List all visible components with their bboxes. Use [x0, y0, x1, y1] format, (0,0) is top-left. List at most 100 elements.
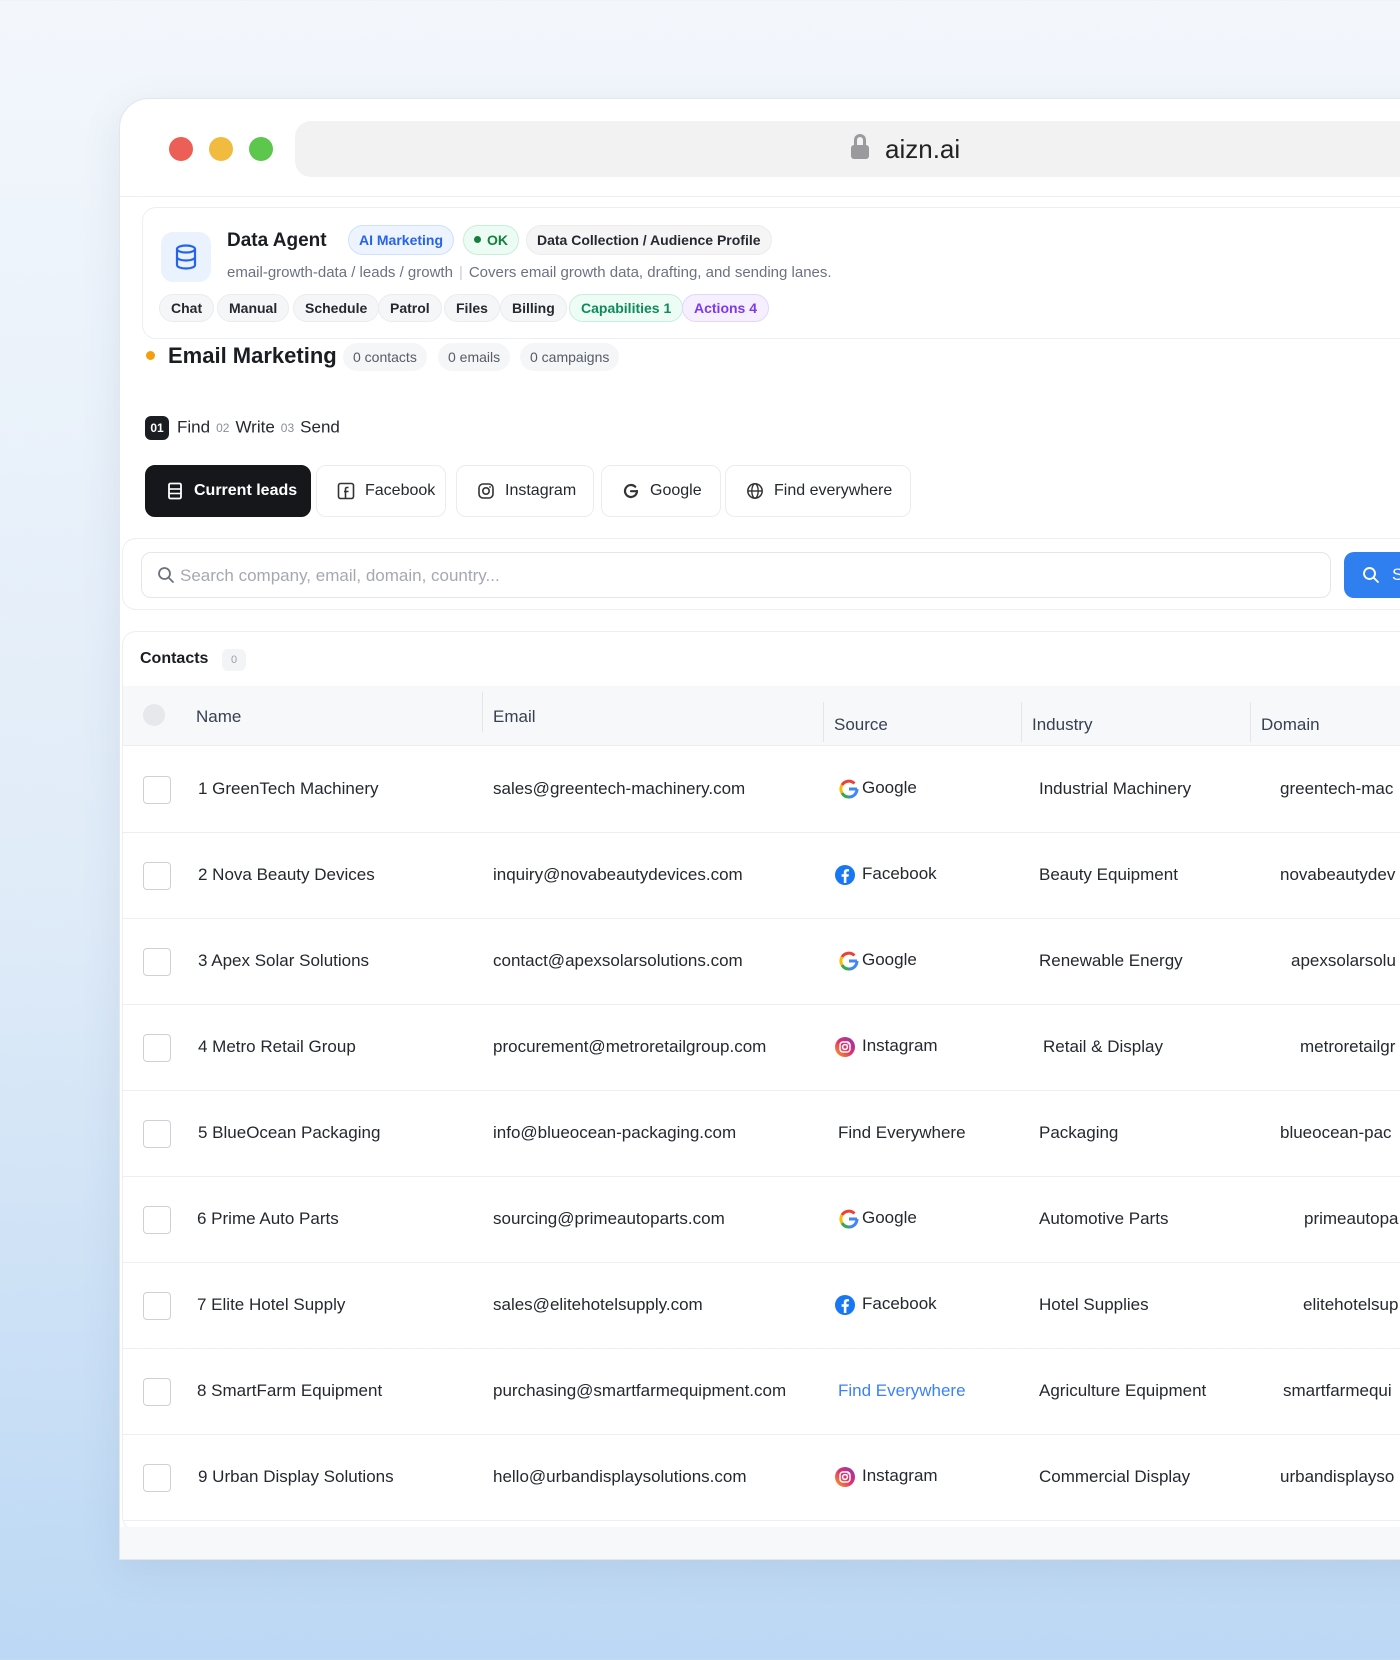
row-checkbox[interactable]: [143, 776, 171, 804]
maximize-window-button[interactable]: [249, 137, 273, 161]
select-all-checkbox[interactable]: [143, 704, 165, 726]
contact-industry: Beauty Equipment: [1039, 865, 1178, 884]
contact-email[interactable]: inquiry@novabeautydevices.com: [493, 865, 743, 885]
contact-domain[interactable]: greentech-mac: [1280, 779, 1393, 799]
close-window-button[interactable]: [169, 137, 193, 161]
column-source[interactable]: Source: [834, 715, 888, 735]
contact-domain[interactable]: elitehotelsup: [1303, 1295, 1398, 1315]
contact-source: Instagram: [834, 1466, 938, 1487]
find-everywhere-button[interactable]: Find everywhere: [725, 465, 911, 517]
search-button[interactable]: S: [1344, 552, 1400, 598]
column-domain[interactable]: Domain: [1261, 715, 1320, 735]
lock-icon: [850, 134, 870, 160]
instagram-source-button[interactable]: Instagram: [456, 465, 594, 517]
contact-domain[interactable]: primeautopa: [1304, 1209, 1399, 1229]
google-icon: [839, 779, 859, 799]
contact-email[interactable]: purchasing@smartfarmequipment.com: [493, 1381, 786, 1401]
chip-chat[interactable]: Chat: [159, 294, 215, 322]
column-industry[interactable]: Industry: [1032, 715, 1092, 735]
source-label: Google: [862, 778, 917, 797]
google-source-button[interactable]: Google: [601, 465, 721, 517]
row-checkbox[interactable]: [143, 1120, 171, 1148]
contact-source: Instagram: [834, 1036, 938, 1057]
contact-domain[interactable]: smartfarmequi: [1283, 1381, 1392, 1401]
search-button-label: S: [1392, 565, 1400, 584]
chip-files[interactable]: Files: [444, 294, 500, 322]
contact-domain[interactable]: apexsolarsolu: [1291, 951, 1396, 971]
contact-email[interactable]: sales@elitehotelsupply.com: [493, 1295, 703, 1315]
contact-name: 8 SmartFarm Equipment: [197, 1381, 383, 1400]
contact-domain[interactable]: blueocean-pac: [1280, 1123, 1392, 1143]
google-icon: [839, 1209, 859, 1229]
column-email[interactable]: Email: [493, 707, 536, 727]
chip-schedule[interactable]: Schedule: [293, 294, 380, 322]
row-checkbox[interactable]: [143, 1206, 171, 1234]
contact-email[interactable]: sourcing@primeautoparts.com: [493, 1209, 725, 1229]
table-row[interactable]: 3 Apex Solar Solutions contact@apexsolar…: [123, 919, 1400, 1005]
table-row[interactable]: 2 Nova Beauty Devices inquiry@novabeauty…: [123, 833, 1400, 919]
table-row[interactable]: 4 Metro Retail Group procurement@metrore…: [123, 1005, 1400, 1091]
table-row[interactable]: 7 Elite Hotel Supply sales@elitehotelsup…: [123, 1263, 1400, 1349]
table-row[interactable]: 8 SmartFarm Equipment purchasing@smartfa…: [123, 1349, 1400, 1435]
minimize-window-button[interactable]: [209, 137, 233, 161]
url-text: aizn.ai: [885, 134, 961, 164]
chip-billing[interactable]: Billing: [500, 294, 567, 322]
contact-industry: Hotel Supplies: [1039, 1295, 1149, 1314]
facebook-icon: [337, 482, 355, 500]
row-checkbox[interactable]: [143, 862, 171, 890]
row-checkbox[interactable]: [143, 1378, 171, 1406]
facebook-icon: [835, 865, 855, 885]
row-checkbox[interactable]: [143, 948, 171, 976]
contact-name: 2 Nova Beauty Devices: [198, 865, 375, 884]
browser-titlebar: aizn.ai: [120, 99, 1400, 197]
table-row[interactable]: 6 Prime Auto Parts sourcing@primeautopar…: [123, 1177, 1400, 1263]
contact-source: Google: [838, 1208, 917, 1229]
contact-domain[interactable]: urbandisplayso: [1280, 1467, 1394, 1487]
contact-source[interactable]: Find Everywhere: [838, 1381, 966, 1401]
campaigns-stat: 0 campaigns: [520, 343, 620, 371]
google-source-label: Google: [650, 482, 702, 499]
instagram-icon: [835, 1467, 855, 1487]
row-checkbox[interactable]: [143, 1292, 171, 1320]
contact-industry: Agriculture Equipment: [1039, 1381, 1207, 1400]
column-name[interactable]: Name: [196, 707, 241, 727]
chip-capabilities[interactable]: Capabilities 1: [569, 294, 684, 322]
agent-card: Data Agent AI Marketing OK Data Collecti…: [142, 207, 1400, 339]
chip-manual[interactable]: Manual: [217, 294, 290, 322]
facebook-source-button[interactable]: Facebook: [316, 465, 446, 517]
row-checkbox[interactable]: [143, 1464, 171, 1492]
contact-email[interactable]: info@blueocean-packaging.com: [493, 1123, 736, 1143]
table-row[interactable]: 1 GreenTech Machinery sales@greentech-ma…: [123, 747, 1400, 833]
profile-tag: Data Collection / Audience Profile: [526, 225, 772, 255]
contact-domain[interactable]: novabeautydev: [1280, 865, 1395, 885]
address-bar[interactable]: aizn.ai: [295, 121, 1400, 177]
workflow-steps: 01 Find 02 Write 03 Send: [145, 416, 340, 440]
contact-email[interactable]: procurement@metroretailgroup.com: [493, 1037, 766, 1057]
facebook-source-label: Facebook: [365, 482, 436, 499]
step-write[interactable]: Write: [235, 417, 274, 436]
contact-email[interactable]: contact@apexsolarsolutions.com: [493, 951, 743, 971]
chip-patrol[interactable]: Patrol: [378, 294, 442, 322]
current-leads-button[interactable]: Current leads: [145, 465, 311, 517]
row-checkbox[interactable]: [143, 1034, 171, 1062]
contact-email[interactable]: sales@greentech-machinery.com: [493, 779, 745, 799]
source-label: Google: [862, 950, 917, 969]
chip-actions[interactable]: Actions 4: [682, 294, 770, 322]
contact-source: Google: [838, 950, 917, 971]
contact-source: Facebook: [834, 1294, 937, 1315]
step-find[interactable]: Find: [177, 417, 210, 436]
contact-industry: Renewable Energy: [1039, 951, 1183, 970]
contact-domain[interactable]: metroretailgr: [1300, 1037, 1395, 1057]
search-input[interactable]: Search company, email, domain, country..…: [141, 552, 1331, 598]
contacts-count-badge: 0: [222, 649, 246, 671]
contact-email[interactable]: hello@urbandisplaysolutions.com: [493, 1467, 747, 1487]
step-send[interactable]: Send: [300, 417, 340, 436]
step-1-badge[interactable]: 01: [145, 416, 169, 440]
agent-description: Covers email growth data, drafting, and …: [468, 264, 832, 281]
table-row[interactable]: 5 BlueOcean Packaging info@blueocean-pac…: [123, 1091, 1400, 1177]
source-label: Facebook: [862, 864, 937, 883]
contact-industry: Retail & Display: [1043, 1037, 1163, 1056]
contact-industry: Automotive Parts: [1039, 1209, 1169, 1228]
list-icon: [168, 482, 182, 500]
table-row[interactable]: 9 Urban Display Solutions hello@urbandis…: [123, 1435, 1400, 1521]
